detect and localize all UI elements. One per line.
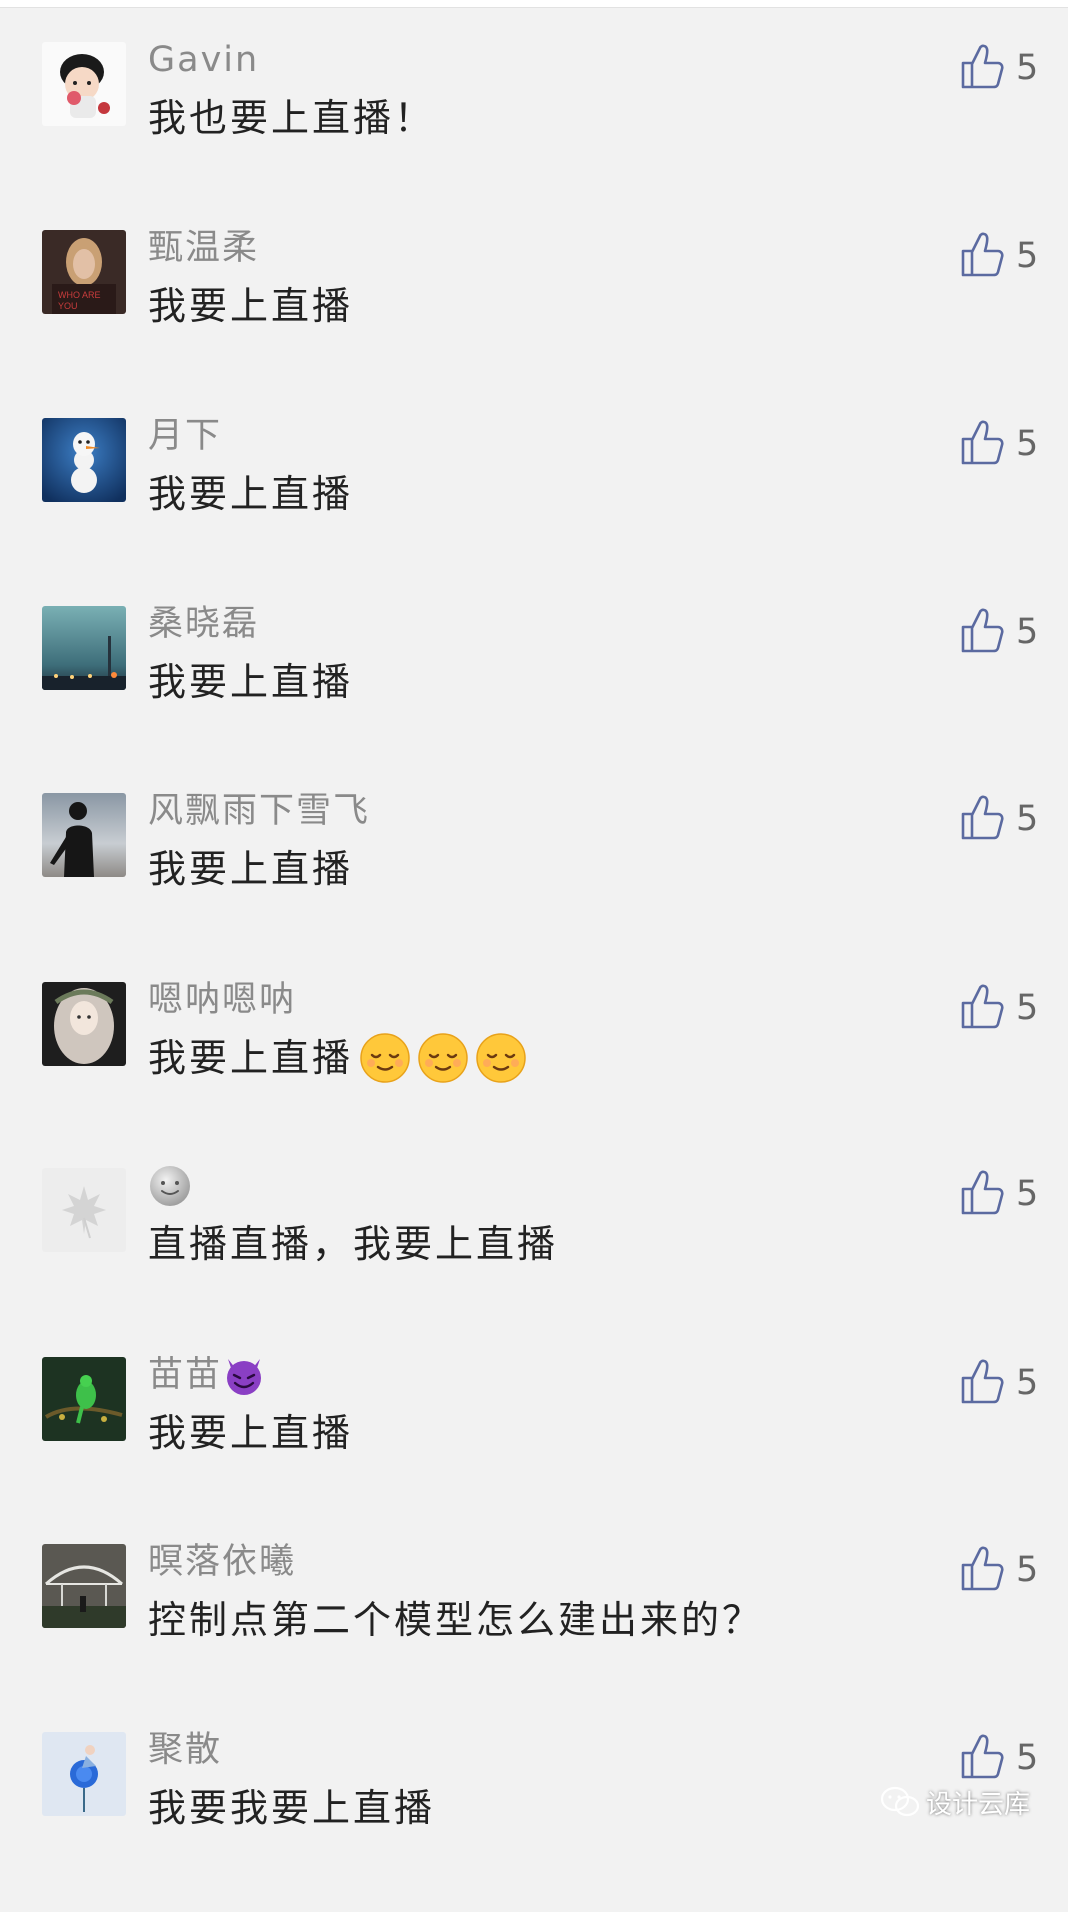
comment-nickname: 嗯呐嗯呐 — [148, 980, 297, 1020]
comment-item: 嗯呐嗯呐 我要上直播 5 — [0, 980, 1068, 1162]
like-button[interactable]: 5 — [960, 418, 1068, 470]
comment-list: Gavin 我也要上直播！ 5 WHO ARE YOU 甄温柔 我要上直播 5 — [0, 0, 1068, 1848]
comment-item: 暝落依曦 控制点第二个模型怎么建出来的？ 5 — [0, 1542, 1068, 1724]
like-button[interactable]: 5 — [960, 42, 1068, 94]
like-button[interactable]: 5 — [960, 606, 1068, 658]
like-button[interactable]: 5 — [960, 1544, 1068, 1596]
like-count: 5 — [1016, 1550, 1039, 1590]
wechat-icon — [880, 1786, 920, 1817]
relieved-face-icon — [359, 1032, 411, 1084]
maple-leaf-avatar[interactable] — [42, 1168, 126, 1252]
city-night-avatar[interactable] — [42, 606, 126, 690]
comment-nickname: 聚散 — [148, 1730, 223, 1770]
relieved-face-icon — [475, 1032, 527, 1084]
like-count: 5 — [1016, 424, 1039, 464]
comment-text: 我要上直播 — [148, 1411, 354, 1455]
illustrated-girl-avatar[interactable] — [42, 982, 126, 1066]
cartoon-boy-avatar[interactable] — [42, 42, 126, 126]
greenhouse-avatar[interactable] — [42, 1544, 126, 1628]
comment-item: 苗苗 我要上直播 5 — [0, 1355, 1068, 1537]
thumbs-up-icon — [961, 1734, 1004, 1779]
thumbs-up-icon — [961, 608, 1004, 653]
comment-text: 我要上直播 — [148, 660, 354, 704]
smiling-devil-icon — [222, 1353, 266, 1397]
thumbs-up-icon — [961, 1170, 1004, 1215]
comment-text: 我要上直播 — [148, 472, 354, 516]
thumbs-up-icon — [961, 1546, 1004, 1591]
relieved-face-icon — [417, 1032, 469, 1084]
snowman-avatar[interactable] — [42, 418, 126, 502]
svg-text:YOU: YOU — [58, 301, 78, 311]
girl-photo-avatar[interactable]: WHO ARE YOU — [42, 230, 126, 314]
thumbs-up-icon — [961, 232, 1004, 277]
comment-text: 直播直播，我要上直播 — [148, 1222, 559, 1266]
comment-text: 我要我要上直播 — [148, 1786, 436, 1830]
comment-nickname: 苗苗 — [148, 1351, 266, 1399]
like-count: 5 — [1016, 612, 1039, 652]
comment-item: 风飘雨下雪飞 我要上直播 5 — [0, 791, 1068, 973]
silhouette-avatar[interactable] — [42, 793, 126, 877]
like-count: 5 — [1016, 988, 1039, 1028]
comment-nickname: 桑晓磊 — [148, 604, 260, 644]
like-count: 5 — [1016, 799, 1039, 839]
nickname-text: 苗苗 — [148, 1355, 223, 1395]
comment-text: 我要上直播 — [148, 1030, 527, 1086]
comment-text-content: 我要上直播 — [148, 1036, 354, 1080]
like-button[interactable]: 5 — [960, 1732, 1068, 1784]
comment-item: 桑晓磊 我要上直播 5 — [0, 604, 1068, 786]
like-count: 5 — [1016, 1363, 1039, 1403]
comment-nickname: 暝落依曦 — [148, 1542, 297, 1582]
like-count: 5 — [1016, 236, 1039, 276]
comment-text: 我要上直播 — [148, 847, 354, 891]
comment-text: 我也要上直播！ — [148, 96, 436, 140]
like-count: 5 — [1016, 1174, 1039, 1214]
comment-nickname: 风飘雨下雪飞 — [148, 791, 371, 831]
comment-nickname — [148, 1162, 192, 1210]
comment-item: Gavin 我也要上直播！ 5 — [0, 40, 1068, 222]
comment-text: 控制点第二个模型怎么建出来的？ — [148, 1598, 764, 1642]
moon-face-icon — [148, 1164, 192, 1208]
comment-nickname: 月下 — [148, 416, 223, 456]
watermark-text: 设计云库 — [926, 1789, 1031, 1820]
like-button[interactable]: 5 — [960, 1168, 1068, 1220]
comment-text: 我要上直播 — [148, 284, 354, 328]
comment-item: WHO ARE YOU 甄温柔 我要上直播 5 — [0, 228, 1068, 410]
comment-item: 月下 我要上直播 5 — [0, 416, 1068, 598]
comment-item: 直播直播，我要上直播 5 — [0, 1166, 1068, 1348]
svg-text:WHO ARE: WHO ARE — [58, 290, 101, 300]
thumbs-up-icon — [961, 984, 1004, 1029]
thumbs-up-icon — [961, 1359, 1004, 1404]
like-count: 5 — [1016, 48, 1039, 88]
green-bird-avatar[interactable] — [42, 1357, 126, 1441]
thumbs-up-icon — [961, 44, 1004, 89]
comment-nickname: 甄温柔 — [148, 228, 260, 268]
like-button[interactable]: 5 — [960, 230, 1068, 282]
like-count: 5 — [1016, 1738, 1039, 1778]
like-button[interactable]: 5 — [960, 1357, 1068, 1409]
like-button[interactable]: 5 — [960, 793, 1068, 845]
watermark: 设计云库 — [880, 1780, 1030, 1824]
blue-rose-avatar[interactable] — [42, 1732, 126, 1816]
like-button[interactable]: 5 — [960, 982, 1068, 1034]
thumbs-up-icon — [961, 795, 1004, 840]
comment-nickname: Gavin — [148, 40, 260, 80]
thumbs-up-icon — [961, 420, 1004, 465]
